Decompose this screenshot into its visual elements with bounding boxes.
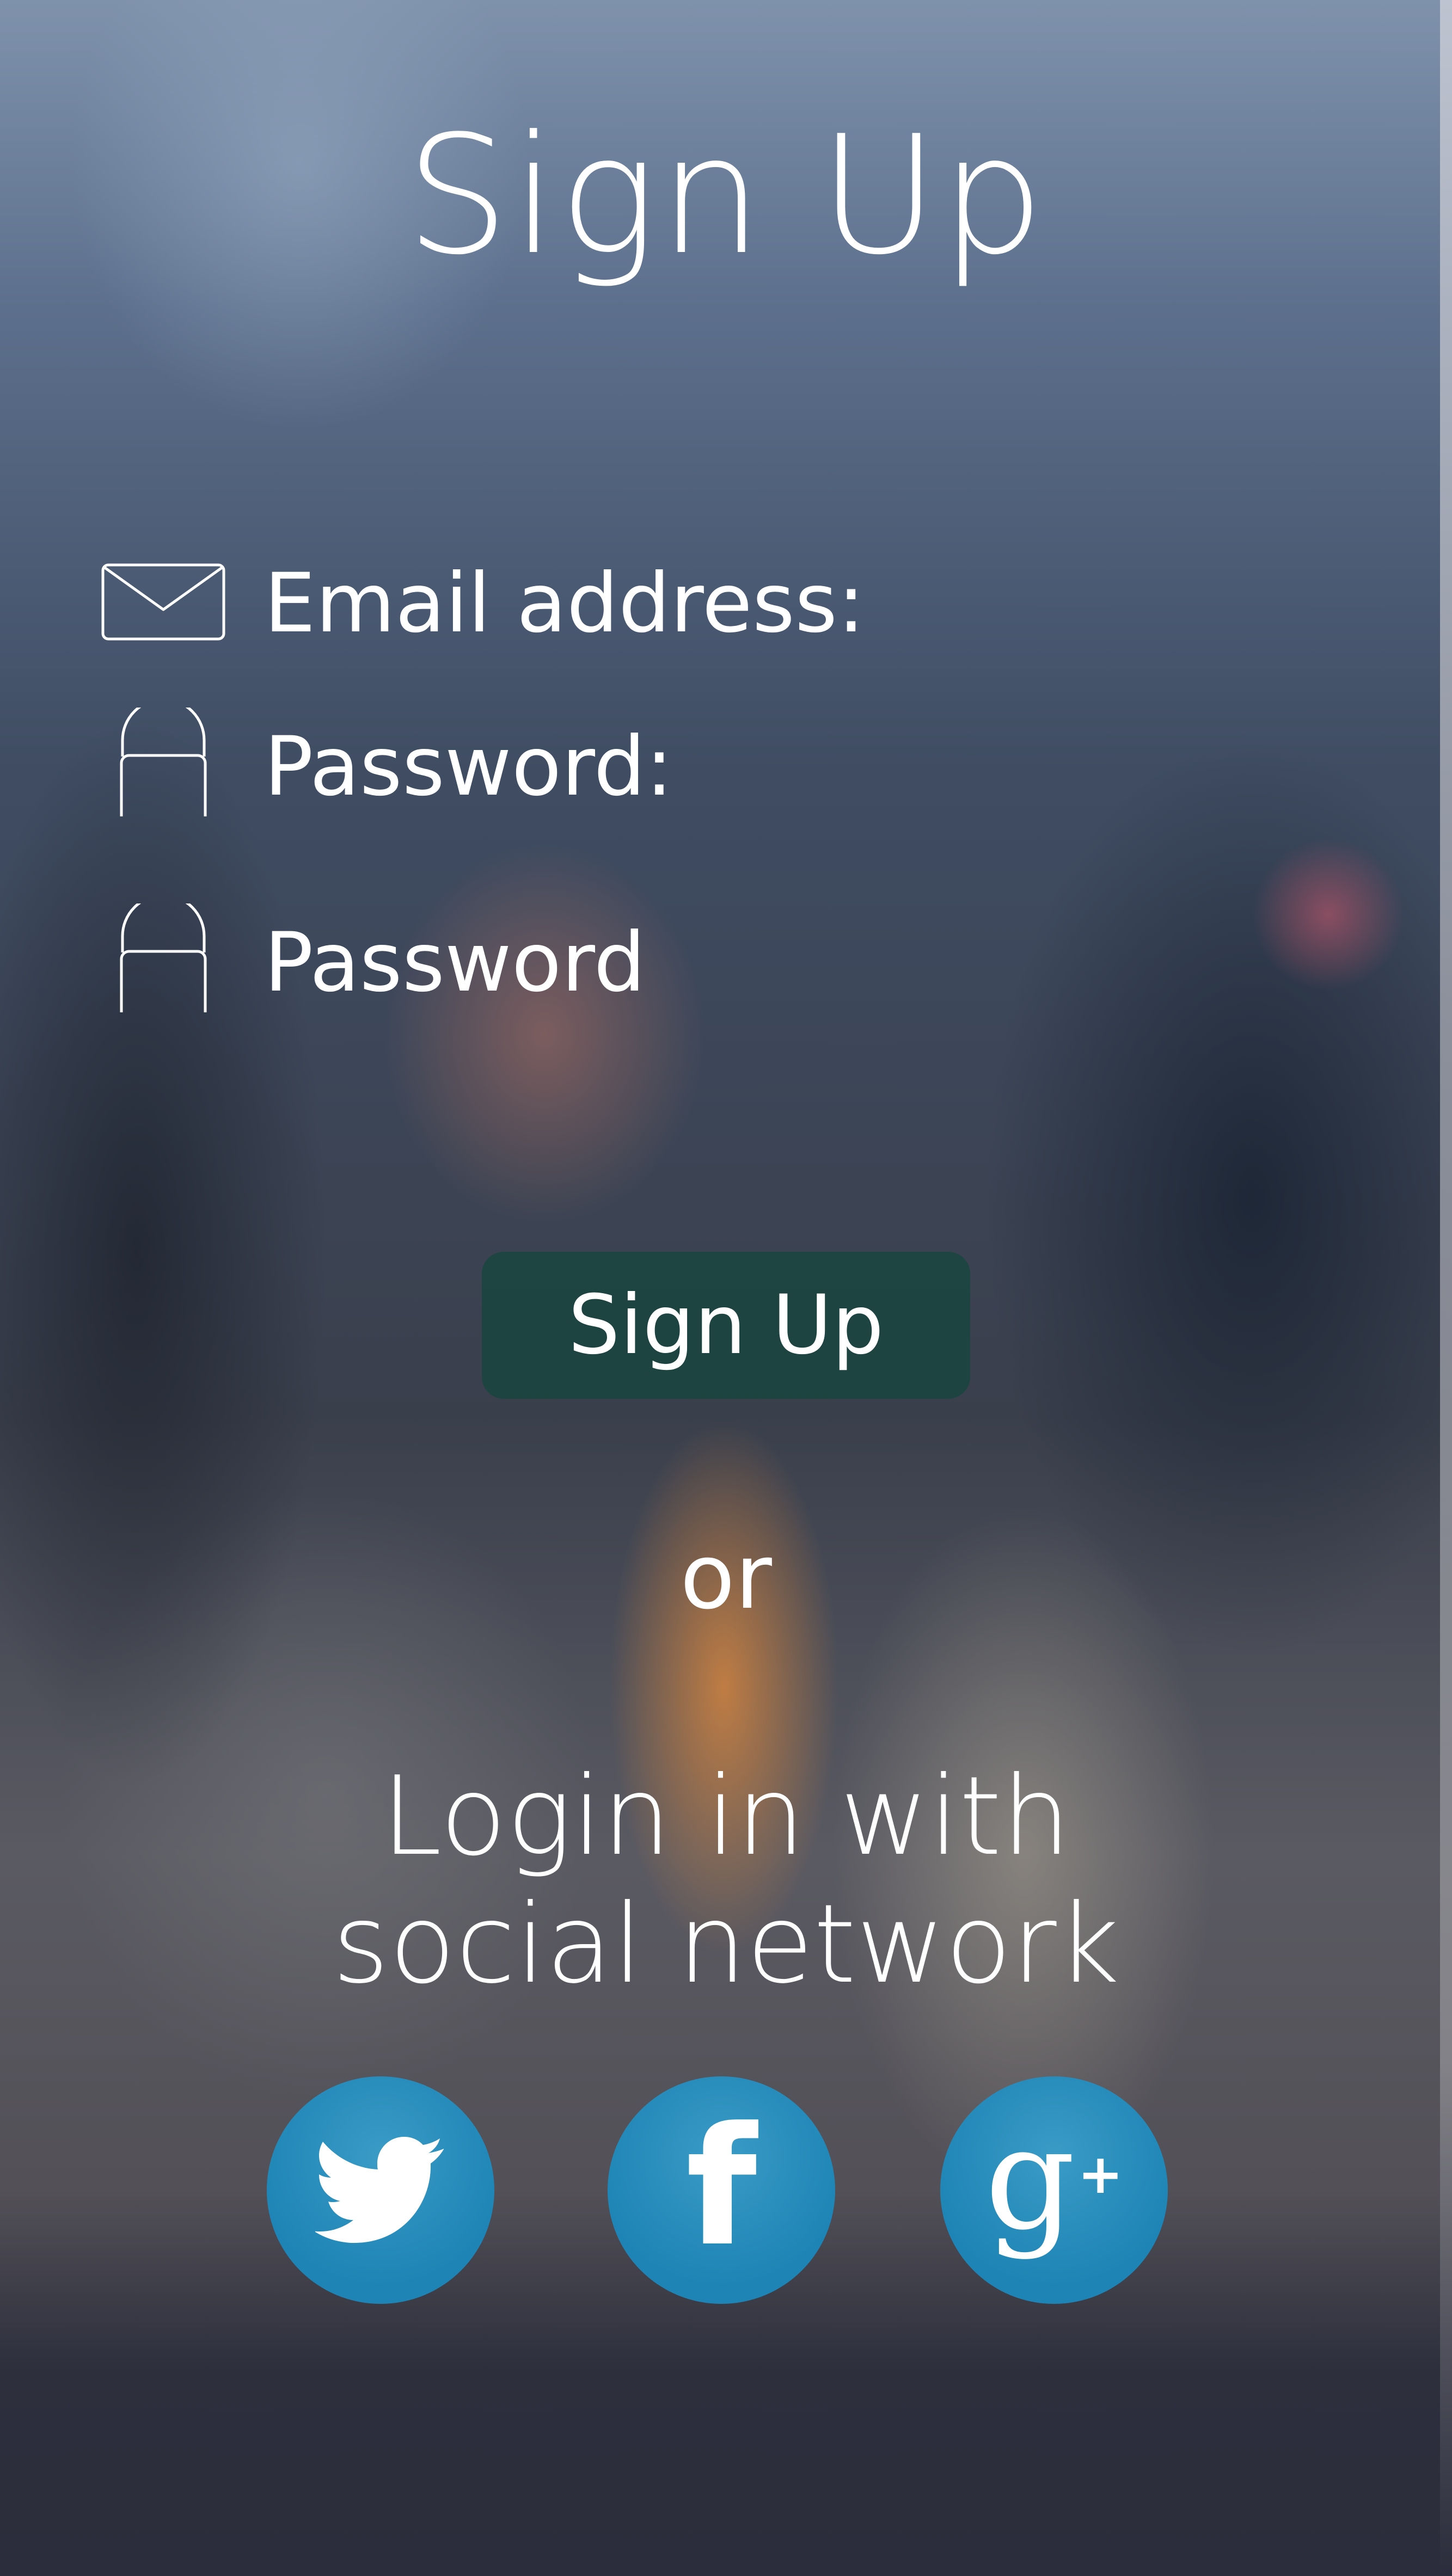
twitter-login-button[interactable] bbox=[267, 2076, 494, 2304]
twitter-icon bbox=[314, 2124, 446, 2257]
page-title: Sign Up bbox=[405, 101, 1047, 291]
confirm-password-field-label: Password bbox=[264, 915, 646, 1010]
email-field[interactable]: Email address: bbox=[101, 544, 1298, 653]
lock-icon bbox=[101, 894, 226, 1027]
social-login-caption: Login in with social network bbox=[0, 1753, 1452, 2008]
google-plus-login-button[interactable]: g + bbox=[940, 2076, 1168, 2304]
sign-up-button[interactable]: Sign Up bbox=[482, 1252, 970, 1399]
password-field-label: Password: bbox=[264, 720, 673, 814]
password-field[interactable]: Password: bbox=[101, 698, 1298, 831]
lock-icon bbox=[101, 698, 226, 831]
google-plus-icon: g bbox=[984, 2097, 1076, 2261]
confirm-password-field[interactable]: Password bbox=[101, 894, 1298, 1027]
facebook-login-button[interactable]: f bbox=[608, 2076, 835, 2304]
social-login-caption-line1: Login in with bbox=[381, 1753, 1071, 1880]
or-divider: or bbox=[680, 1524, 772, 1629]
social-login-caption-line2: social network bbox=[332, 1881, 1120, 2008]
sign-up-button-label: Sign Up bbox=[568, 1278, 884, 1373]
screen-edge bbox=[1440, 0, 1452, 2576]
mail-icon bbox=[101, 544, 226, 653]
facebook-icon: f bbox=[685, 2092, 757, 2282]
google-plus-plus-sign: + bbox=[1077, 2142, 1124, 2206]
email-field-label: Email address: bbox=[264, 556, 865, 651]
